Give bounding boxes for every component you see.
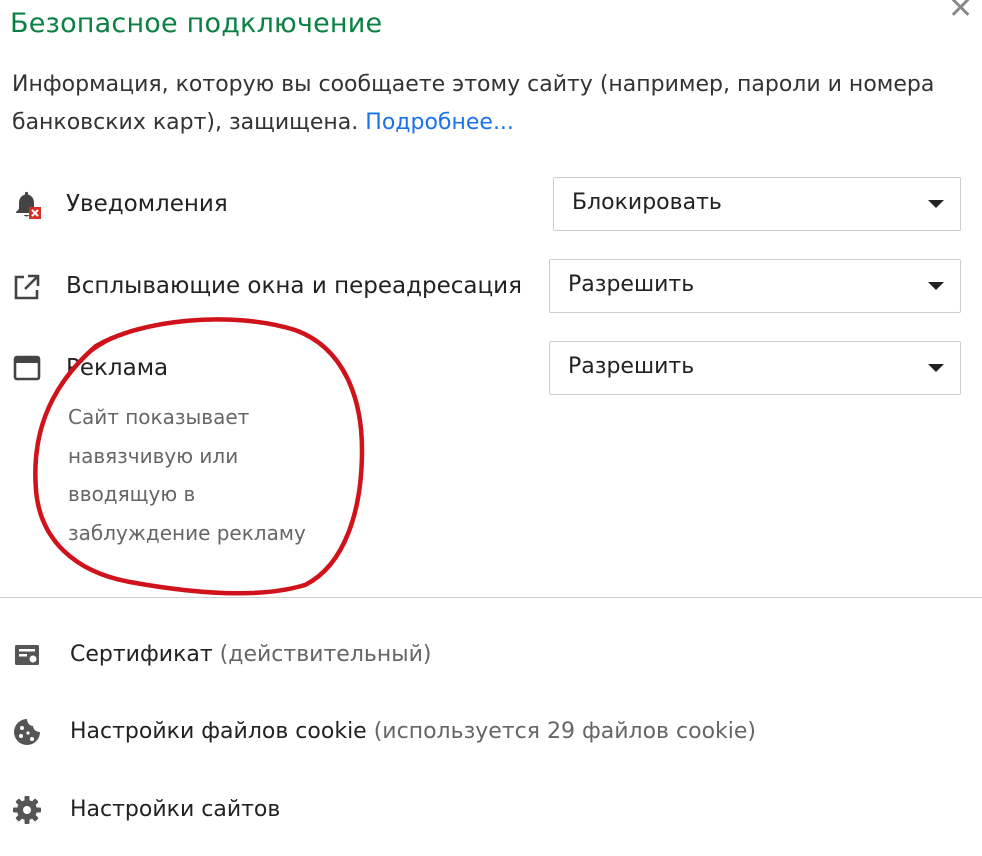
- divider: [0, 597, 982, 598]
- ads-description-line: вводящую в: [68, 482, 196, 506]
- notification-blocked-icon: [16, 191, 41, 219]
- chevron-down-icon: [928, 364, 944, 372]
- permission-label-notifications: Уведомления: [66, 191, 228, 217]
- popups-select[interactable]: Разрешить: [549, 259, 961, 313]
- ads-description-line: навязчивую или: [68, 443, 239, 468]
- connection-info: Информация, которую вы сообщаете этому с…: [12, 66, 952, 142]
- ads-description: Сайт показывает навязчивую или вводящую …: [68, 398, 368, 552]
- cookie-settings-label: Настройки файлов cookie: [70, 719, 367, 744]
- page-title: Безопасное подключение: [10, 8, 383, 39]
- ads-description-line: Сайт показывает: [68, 405, 250, 429]
- popup-redirect-icon: [14, 274, 40, 300]
- site-settings-link[interactable]: Настройки сайтов: [70, 797, 280, 822]
- popups-select-value: Разрешить: [568, 272, 695, 297]
- permission-label-popups: Всплывающие окна и переадресация: [66, 273, 522, 299]
- chevron-down-icon: [928, 282, 944, 290]
- ads-description-line: заблуждение рекламу: [68, 520, 306, 545]
- ads-window-icon: [13, 355, 41, 381]
- cookie-count: (используется 29 файлов cookie): [373, 719, 757, 744]
- certificate-icon: [15, 645, 39, 665]
- chevron-down-icon: [928, 200, 944, 208]
- gear-icon: [13, 796, 41, 824]
- certificate-label: Сертификат: [70, 642, 213, 667]
- notifications-select[interactable]: Блокировать: [553, 177, 961, 231]
- permission-label-ads: Реклама: [66, 355, 169, 381]
- site-settings-label: Настройки сайтов: [70, 797, 281, 822]
- ads-select-value: Разрешить: [568, 354, 695, 379]
- ads-select[interactable]: Разрешить: [549, 341, 961, 395]
- notifications-select-value: Блокировать: [572, 190, 722, 215]
- cookie-settings-link[interactable]: Настройки файлов cookie (используется 29…: [70, 719, 756, 744]
- close-icon[interactable]: ✕: [948, 0, 973, 24]
- cookie-icon: [14, 719, 40, 745]
- certificate-status: (действительный): [219, 642, 432, 667]
- certificate-link[interactable]: Сертификат (действительный): [70, 642, 432, 667]
- more-link[interactable]: Подробнее...: [365, 110, 514, 135]
